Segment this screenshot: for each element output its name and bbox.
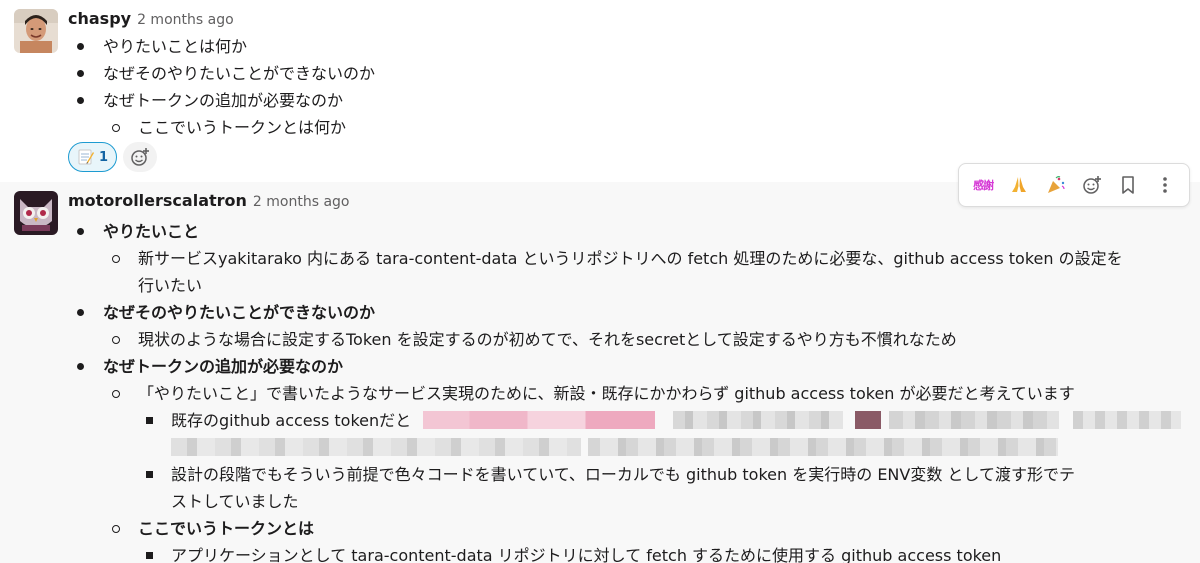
- avatar[interactable]: [14, 191, 58, 235]
- list-item-text: 新サービスyakitarako 内にある tara-content-data と…: [138, 249, 1123, 268]
- list-item-text: 設計の段階でもそういう前提で色々コードを書いていて、ローカルでも github …: [171, 465, 1075, 484]
- reaction-pray-button[interactable]: [1005, 171, 1033, 199]
- bullet: [77, 70, 84, 77]
- redacted-text: [423, 407, 1183, 434]
- list-item: ここでいうトークンとは: [68, 515, 1123, 542]
- pray-emoji-icon: [1012, 177, 1027, 192]
- list-item-continuation: ストしていました: [68, 488, 1123, 515]
- add-reaction-icon: [1083, 176, 1102, 194]
- timestamp[interactable]: 2 months ago: [137, 12, 234, 28]
- bullet: [112, 124, 120, 132]
- list-item-text: 「やりたいこと」で書いたようなサービス実現のために、新設・既存にかかわらず gi…: [138, 384, 1075, 403]
- bullet: [77, 97, 84, 104]
- bullet: [77, 309, 84, 316]
- bullet: [146, 417, 153, 424]
- list-item: 「やりたいこと」で書いたようなサービス実現のために、新設・既存にかかわらず gi…: [68, 380, 1123, 407]
- list-item-text: 現状のような場合に設定するToken を設定するのが初めてで、それをsecret…: [138, 330, 957, 349]
- list-item: 既存のgithub access tokenだと: [68, 407, 1181, 434]
- list-item-text: アプリケーションとして tara-content-data リポジトリに対して …: [171, 546, 1002, 563]
- list-item: やりたいことは何か: [68, 33, 375, 60]
- list-item: 現状のような場合に設定するToken を設定するのが初めてで、それをsecret…: [68, 326, 1123, 353]
- list-item-text: なぜトークンの追加が必要なのか: [103, 357, 344, 376]
- bullet: [146, 552, 153, 559]
- list-item-text: なぜトークンの追加が必要なのか: [103, 91, 344, 110]
- bullet: [112, 255, 120, 263]
- author-name[interactable]: chaspy: [68, 9, 131, 28]
- more-actions-button[interactable]: [1151, 171, 1179, 199]
- list-item: やりたいこと: [68, 218, 1123, 245]
- bullet: [146, 471, 153, 478]
- message-chaspy: chaspy 2 months ago やりたいことは何か なぜそのやりたいことが…: [0, 0, 1200, 182]
- list-item-text: やりたいこと: [103, 222, 200, 241]
- add-reaction-button[interactable]: [123, 142, 158, 172]
- reaction-memo[interactable]: 1: [68, 142, 118, 172]
- list-item-text: ここでいうトークンとは何か: [138, 118, 347, 137]
- message-actions-toolbar: 感謝: [958, 163, 1190, 207]
- reaction-count: 1: [99, 149, 109, 165]
- list-item-text: 既存のgithub access tokenだと: [171, 411, 412, 430]
- bullet: [77, 363, 84, 370]
- bullet: [112, 390, 120, 398]
- list-item-text: ここでいうトークンとは: [138, 519, 315, 538]
- reaction-thanks-button[interactable]: 感謝: [969, 171, 997, 199]
- message-header: chaspy 2 months ago: [68, 9, 234, 28]
- list-item: 設計の段階でもそういう前提で色々コードを書いていて、ローカルでも github …: [68, 461, 1123, 488]
- save-for-later-button[interactable]: [1114, 171, 1142, 199]
- list-item: なぜそのやりたいことができないのか: [68, 60, 375, 87]
- list-item-text: なぜそのやりたいことができないのか: [103, 64, 376, 83]
- list-item-text: ストしていました: [171, 492, 299, 511]
- redacted-text: [68, 434, 1123, 461]
- thanks-emoji: 感謝: [973, 179, 994, 192]
- message-body: やりたいこと 新サービスyakitarako 内にある tara-content…: [68, 218, 1181, 563]
- list-item-text: 行いたい: [138, 276, 203, 295]
- bookmark-icon: [1122, 176, 1135, 194]
- list-item: なぜそのやりたいことができないのか: [68, 299, 1123, 326]
- timestamp[interactable]: 2 months ago: [253, 194, 350, 210]
- message-motorollerscalatron: motorollerscalatron 2 months ago やりたいこと 新…: [0, 182, 1200, 563]
- bullet: [77, 43, 84, 50]
- bullet: [112, 525, 120, 533]
- list-item-continuation: 行いたい: [68, 272, 1123, 299]
- add-reaction-button[interactable]: [1078, 171, 1106, 199]
- message-body: やりたいことは何か なぜそのやりたいことができないのか なぜトークンの追加が必要…: [68, 33, 375, 141]
- author-name[interactable]: motorollerscalatron: [68, 191, 247, 210]
- avatar[interactable]: [14, 9, 58, 53]
- list-item: アプリケーションとして tara-content-data リポジトリに対して …: [68, 542, 1123, 563]
- reaction-party-button[interactable]: [1042, 171, 1070, 199]
- bullet: [77, 228, 84, 235]
- list-item-text: なぜそのやりたいことができないのか: [103, 303, 376, 322]
- reactions-bar: 1: [68, 142, 158, 172]
- list-item: なぜトークンの追加が必要なのか: [68, 87, 375, 114]
- list-item-text: やりたいことは何か: [103, 37, 248, 56]
- message-header: motorollerscalatron 2 months ago: [68, 191, 349, 210]
- add-reaction-icon: [131, 148, 150, 166]
- list-item: 新サービスyakitarako 内にある tara-content-data と…: [68, 245, 1123, 272]
- memo-emoji-icon: [78, 149, 94, 165]
- party-popper-emoji-icon: [1047, 176, 1065, 193]
- list-item: なぜトークンの追加が必要なのか: [68, 353, 1123, 380]
- more-vertical-icon: [1162, 177, 1167, 193]
- bullet: [112, 336, 120, 344]
- list-item: ここでいうトークンとは何か: [68, 114, 375, 141]
